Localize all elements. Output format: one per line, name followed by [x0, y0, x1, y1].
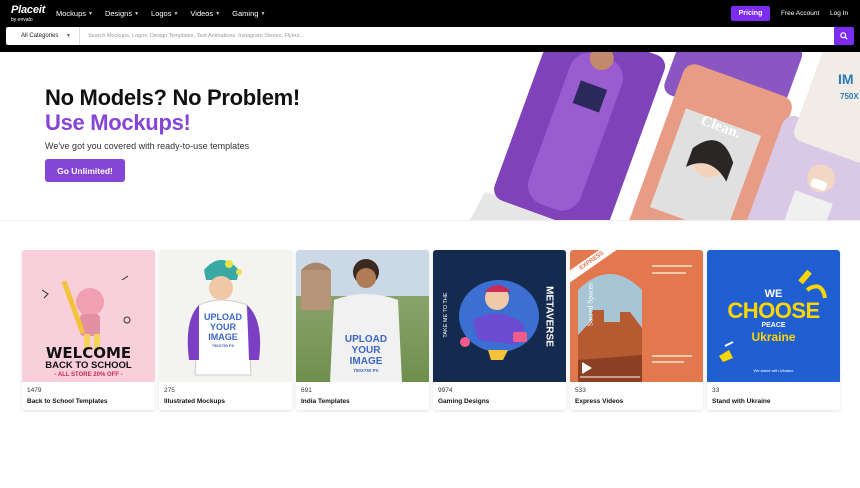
category-card-stand-with-ukraine[interactable]: WE CHOOSE PEACE Ukraine We stand with Uk…	[707, 250, 840, 410]
hero-banner: No Models? No Problem! Use Mockups! We'v…	[0, 52, 860, 220]
category-card-india-templates[interactable]: UPLOAD YOUR IMAGE 750X750 PX 691 India T…	[296, 250, 429, 410]
thumb-upload-4: 750X750 PX	[353, 368, 379, 373]
card-count: 691	[301, 387, 312, 394]
search-icon	[840, 32, 848, 40]
chevron-down-icon: ▼	[173, 10, 179, 17]
thumb-peace: PEACE	[761, 322, 786, 329]
card-thumbnail: UPLOAD YOUR IMAGE 750X750 PX	[159, 250, 292, 382]
thumb-promo: - ALL STORE 20% OFF -	[54, 372, 123, 378]
thumb-upload-3: IMAGE	[349, 356, 383, 367]
thumb-sacred-spaces: Sacred Spaces	[585, 282, 595, 327]
chevron-down-icon: ▼	[88, 10, 93, 17]
card-count: 533	[575, 387, 586, 394]
search-bar: All Categories ▼	[6, 27, 854, 45]
hero-peek-text: IM	[838, 71, 854, 87]
card-label: India Templates	[301, 398, 350, 405]
nav-label: Mockups	[56, 9, 87, 18]
hero-subtitle: Use Mockups!	[45, 110, 191, 135]
go-unlimited-button[interactable]: Go Unlimited!	[45, 159, 125, 182]
card-label: Illustrated Mockups	[164, 398, 226, 405]
thumb-upload-2: YOUR	[351, 345, 381, 356]
nav-item-designs[interactable]: Designs ▼	[105, 9, 139, 18]
logo-wordmark: Placeit	[11, 4, 46, 16]
main-nav: Mockups ▼ Designs ▼ Logos ▼ Videos ▼ Gaming ▼	[56, 9, 265, 18]
category-card-illustrated-mockups[interactable]: UPLOAD YOUR IMAGE 750X750 PX 275 Illustr…	[159, 250, 292, 410]
card-thumbnail: EXPRESS Sacred Spaces	[570, 250, 703, 382]
card-thumbnail: WE CHOOSE PEACE Ukraine We stand with Uk…	[707, 250, 840, 382]
nav-item-logos[interactable]: Logos ▼	[151, 9, 178, 18]
nav-label: Logos	[151, 9, 172, 18]
nav-item-videos[interactable]: Videos ▼	[190, 9, 220, 18]
logo-subtext: by envato	[11, 17, 33, 23]
login-link[interactable]: Log In	[830, 10, 848, 17]
category-dropdown-label: All Categories	[21, 33, 59, 39]
category-card-gaming-designs[interactable]: METAVERSE TAKE ME TO THE 9974 Gaming Des…	[433, 250, 566, 410]
chevron-down-icon: ▼	[66, 33, 71, 39]
top-navigation-bar: Placeit by envato Mockups ▼ Designs ▼ Logo…	[0, 0, 860, 52]
chevron-down-icon: ▼	[134, 10, 140, 17]
card-label: Gaming Designs	[438, 398, 490, 405]
hero-collage-image: Clean. IM 750X	[470, 52, 860, 220]
thumb-metaverse: METAVERSE	[543, 286, 555, 347]
card-label: Stand with Ukraine	[712, 398, 771, 405]
thumb-upload-4: 750X750 PX	[211, 343, 235, 348]
nav-item-gaming[interactable]: Gaming ▼	[232, 9, 265, 18]
free-account-link[interactable]: Free Account	[781, 10, 819, 17]
category-card-express-videos[interactable]: EXPRESS Sacred Spaces 533 Express Videos	[570, 250, 703, 410]
card-label: Express Videos	[575, 398, 624, 405]
nav-label: Designs	[104, 9, 133, 18]
search-button[interactable]	[834, 27, 854, 45]
hero-peek-text-2: 750X	[840, 92, 859, 101]
card-count: 33	[712, 387, 720, 394]
category-cards: WELCOME BACK TO SCHOOL - ALL STORE 20% O…	[22, 250, 840, 410]
thumb-ukraine: Ukraine	[751, 330, 796, 344]
search-input[interactable]	[80, 27, 834, 45]
card-count: 275	[164, 387, 175, 394]
card-thumbnail: METAVERSE TAKE ME TO THE	[433, 250, 566, 382]
card-count: 1479	[27, 387, 42, 394]
thumb-subheadline: BACK TO SCHOOL	[45, 360, 132, 371]
hero-description: We've got you covered with ready-to-use …	[45, 141, 250, 151]
nav-label: Gaming	[232, 9, 259, 18]
card-count: 9974	[438, 387, 453, 394]
card-thumbnail: WELCOME BACK TO SCHOOL - ALL STORE 20% O…	[22, 250, 155, 382]
thumb-choose: CHOOSE	[727, 298, 820, 323]
pricing-button[interactable]: Pricing	[731, 6, 770, 21]
section-divider	[0, 220, 860, 221]
nav-label: Videos	[190, 9, 214, 18]
hero-mockup-collage: Clean. IM 750X	[470, 52, 860, 220]
card-thumbnail: UPLOAD YOUR IMAGE 750X750 PX	[296, 250, 429, 382]
thumb-take-me: TAKE ME TO THE	[443, 292, 449, 338]
card-label: Back to School Templates	[27, 398, 108, 405]
category-card-back-to-school[interactable]: WELCOME BACK TO SCHOOL - ALL STORE 20% O…	[22, 250, 155, 410]
thumb-upload-3: IMAGE	[208, 332, 238, 342]
thumb-upload-1: UPLOAD	[344, 334, 388, 345]
nav-item-mockups[interactable]: Mockups ▼	[56, 9, 93, 18]
thumb-upload-1: UPLOAD	[204, 312, 242, 322]
placeit-logo[interactable]: Placeit by envato	[11, 4, 46, 24]
category-dropdown[interactable]: All Categories ▼	[6, 27, 80, 45]
chevron-down-icon: ▼	[215, 10, 221, 17]
hero-title: No Models? No Problem!	[45, 85, 300, 110]
thumb-we-stand: We stand with Ukraine	[753, 368, 794, 373]
chevron-down-icon: ▼	[260, 10, 266, 17]
thumb-upload-2: YOUR	[209, 322, 236, 332]
